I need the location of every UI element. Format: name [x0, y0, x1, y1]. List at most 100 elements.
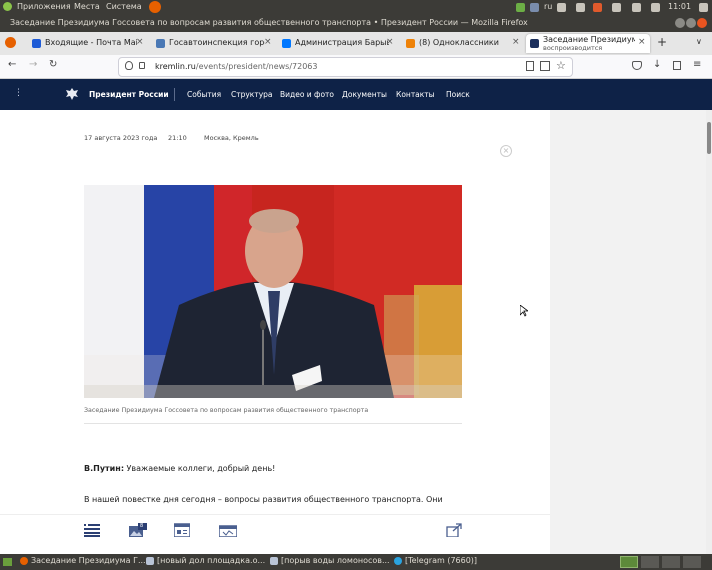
mail-icon	[32, 39, 41, 48]
extensions-icon[interactable]	[673, 61, 681, 70]
site-brand[interactable]: Президент России	[89, 90, 169, 99]
workspace-2[interactable]	[641, 556, 659, 568]
tab-kremlin-active[interactable]: Заседание Президиума воспроизводится ×	[526, 34, 650, 53]
tab-vk[interactable]: Администрация Барыша ×	[278, 34, 398, 53]
taskbar: Заседание Президиума Г... [новый дол пло…	[0, 554, 712, 570]
menu-applications[interactable]: Приложения	[17, 2, 71, 11]
maximize-icon[interactable]	[686, 18, 696, 28]
speech-paragraph: В.Путин: Уважаемые коллеги, добрый день!	[84, 464, 275, 473]
show-desktop-icon[interactable]	[3, 558, 12, 566]
clock[interactable]: 11:01	[668, 2, 691, 11]
reload-icon[interactable]: ↻	[49, 59, 57, 70]
page-content: 17 августа 2023 года 21:10 Москва, Кремл…	[0, 110, 712, 555]
menu-places[interactable]: Места	[74, 2, 100, 11]
url-bar[interactable]: kremlin.ru/events/president/news/72063 ☆	[118, 57, 573, 77]
settings-gear-icon[interactable]	[699, 3, 708, 12]
speech-text: Уважаемые коллеги, добрый день!	[124, 464, 276, 473]
reader-view-icon[interactable]	[526, 61, 534, 71]
vpn-icon[interactable]	[530, 3, 539, 12]
downloads-icon[interactable]: ↓	[653, 59, 661, 70]
url-host: kremlin.ru	[155, 62, 196, 71]
photo-caption: Заседание Президиума Госсовета по вопрос…	[84, 407, 369, 414]
kremlin-icon	[530, 39, 539, 48]
firefox-launcher-icon[interactable]	[149, 1, 161, 13]
bluetooth-icon[interactable]	[612, 3, 621, 12]
close-tab-icon[interactable]: ×	[638, 37, 646, 47]
article-date: 17 августа 2023 года	[84, 134, 158, 142]
scrollbar-thumb[interactable]	[707, 122, 711, 154]
article-place[interactable]: Москва, Кремль	[204, 134, 259, 142]
bookmark-star-icon[interactable]: ☆	[556, 59, 566, 72]
article-sheet: 17 августа 2023 года 21:10 Москва, Кремл…	[0, 110, 550, 555]
bell-icon[interactable]	[576, 3, 585, 12]
pocket-icon[interactable]	[632, 61, 642, 70]
ubuntu-logo-icon[interactable]	[3, 2, 12, 11]
hamburger-menu-icon[interactable]: ≡	[693, 59, 701, 70]
volume-icon[interactable]	[651, 3, 660, 12]
nav-contacts[interactable]: Контакты	[396, 90, 435, 99]
gibdd-icon	[156, 39, 165, 48]
tab-mail[interactable]: Входящие - Почта Mail.ru ×	[28, 34, 148, 53]
nav-structure[interactable]: Структура	[231, 90, 273, 99]
tab-gibdd[interactable]: Госавтоинспекция города ×	[152, 34, 276, 53]
telegram-icon	[394, 556, 402, 565]
updates-icon[interactable]	[593, 3, 602, 12]
scrollbar-track[interactable]	[706, 110, 712, 554]
window-titlebar: Заседание Президиума Госсовета по вопрос…	[0, 15, 712, 32]
workspace-1[interactable]	[620, 556, 638, 568]
emblem-eagle-icon[interactable]	[65, 87, 79, 101]
close-tab-icon[interactable]: ×	[136, 37, 144, 47]
url-path: /events/president/news/72063	[195, 62, 318, 71]
menu-system[interactable]: Система	[106, 2, 142, 11]
nav-search[interactable]: Поиск	[446, 90, 470, 99]
mouse-cursor	[519, 304, 530, 319]
close-circle-icon[interactable]: ×	[500, 145, 512, 157]
os-top-panel: Приложения Места Система ru 11:01	[0, 0, 712, 15]
close-window-icon[interactable]	[697, 18, 707, 28]
close-tab-icon[interactable]: ×	[512, 37, 520, 47]
ok-icon	[406, 39, 415, 48]
nav-video-photo[interactable]: Видео и фото	[280, 90, 334, 99]
task-document-1[interactable]: [новый дол площадка.о...	[146, 556, 265, 568]
keyboard-layout[interactable]: ru	[544, 2, 552, 11]
document-icon[interactable]	[173, 523, 191, 538]
speaker-name: В.Путин:	[84, 464, 125, 473]
photo-count: 8	[140, 523, 144, 529]
task-document-2[interactable]: [порыв воды ломоносов...	[270, 556, 390, 568]
new-tab-icon[interactable]: +	[657, 35, 667, 49]
brand-divider	[174, 88, 175, 101]
nav-events[interactable]: События	[187, 90, 221, 99]
article-photo[interactable]	[84, 185, 462, 398]
more-menu-icon[interactable]: ⋮	[14, 88, 23, 98]
window-title: Заседание Президиума Госсовета по вопрос…	[10, 18, 528, 27]
workspace-4[interactable]	[683, 556, 701, 568]
divider	[84, 423, 462, 424]
printer-icon[interactable]	[557, 3, 566, 12]
workspace-3[interactable]	[662, 556, 680, 568]
task-firefox[interactable]: Заседание Президиума Г...	[20, 556, 146, 568]
minimize-icon[interactable]	[675, 18, 685, 28]
forward-icon[interactable]: →	[29, 59, 37, 70]
nav-documents[interactable]: Документы	[342, 90, 387, 99]
close-tab-icon[interactable]: ×	[386, 37, 394, 47]
tab-odnoklassniki[interactable]: (8) Одноклассники ×	[402, 34, 524, 53]
firefox-icon	[20, 556, 28, 565]
lock-icon[interactable]	[139, 62, 145, 69]
close-tab-icon[interactable]: ×	[264, 37, 272, 47]
share-icon[interactable]	[446, 523, 462, 538]
body-paragraph: В нашей повестке дня сегодня – вопросы р…	[84, 495, 443, 504]
mail-icon[interactable]	[632, 3, 641, 12]
video-icon[interactable]	[218, 523, 238, 538]
network-icon[interactable]	[516, 3, 525, 12]
navigation-toolbar: ← → ↻ kremlin.ru/events/president/news/7…	[0, 55, 712, 79]
chevron-down-icon[interactable]: ∨	[696, 37, 702, 46]
tab-bar: Входящие - Почта Mail.ru × Госавтоинспек…	[0, 32, 712, 55]
text-list-icon[interactable]	[84, 523, 100, 537]
screenshot-icon[interactable]	[540, 61, 550, 71]
firefox-view-icon[interactable]	[5, 37, 16, 48]
task-telegram[interactable]: [Telegram (7660)]	[394, 556, 477, 568]
shield-icon[interactable]	[125, 61, 133, 70]
article-time: 21:10	[168, 134, 187, 142]
back-icon[interactable]: ←	[8, 59, 16, 70]
document-icon	[270, 556, 278, 565]
